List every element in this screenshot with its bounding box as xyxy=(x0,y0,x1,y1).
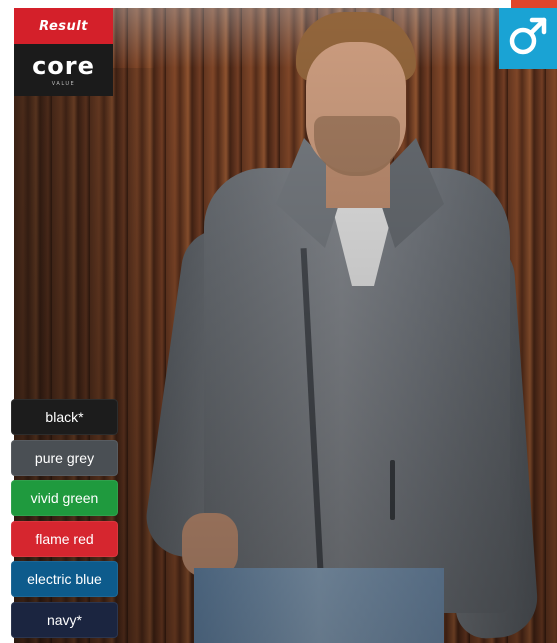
core-logo: core VALUE xyxy=(14,44,113,96)
color-swatch-list: black* pure grey vivid green flame red elect… xyxy=(11,399,118,643)
result-logo: Result xyxy=(14,8,113,44)
brand-logo: Result core VALUE xyxy=(14,8,113,96)
color-swatch[interactable]: pure grey xyxy=(11,439,118,476)
gender-badge xyxy=(499,8,557,69)
color-swatch[interactable]: flame red xyxy=(11,520,118,557)
male-icon xyxy=(506,14,550,63)
color-swatch[interactable]: vivid green xyxy=(11,480,118,517)
color-swatch[interactable]: black* xyxy=(11,399,118,435)
color-swatch[interactable]: navy* xyxy=(11,601,118,638)
gender-badge-accent xyxy=(511,0,557,8)
color-swatch[interactable]: electric blue xyxy=(11,561,118,598)
product-canvas: Result core VALUE black* pure grey vivid g… xyxy=(0,0,557,643)
core-logo-text: core xyxy=(32,51,95,80)
core-logo-subtext: VALUE xyxy=(51,80,76,87)
result-logo-text: Result xyxy=(39,18,88,34)
